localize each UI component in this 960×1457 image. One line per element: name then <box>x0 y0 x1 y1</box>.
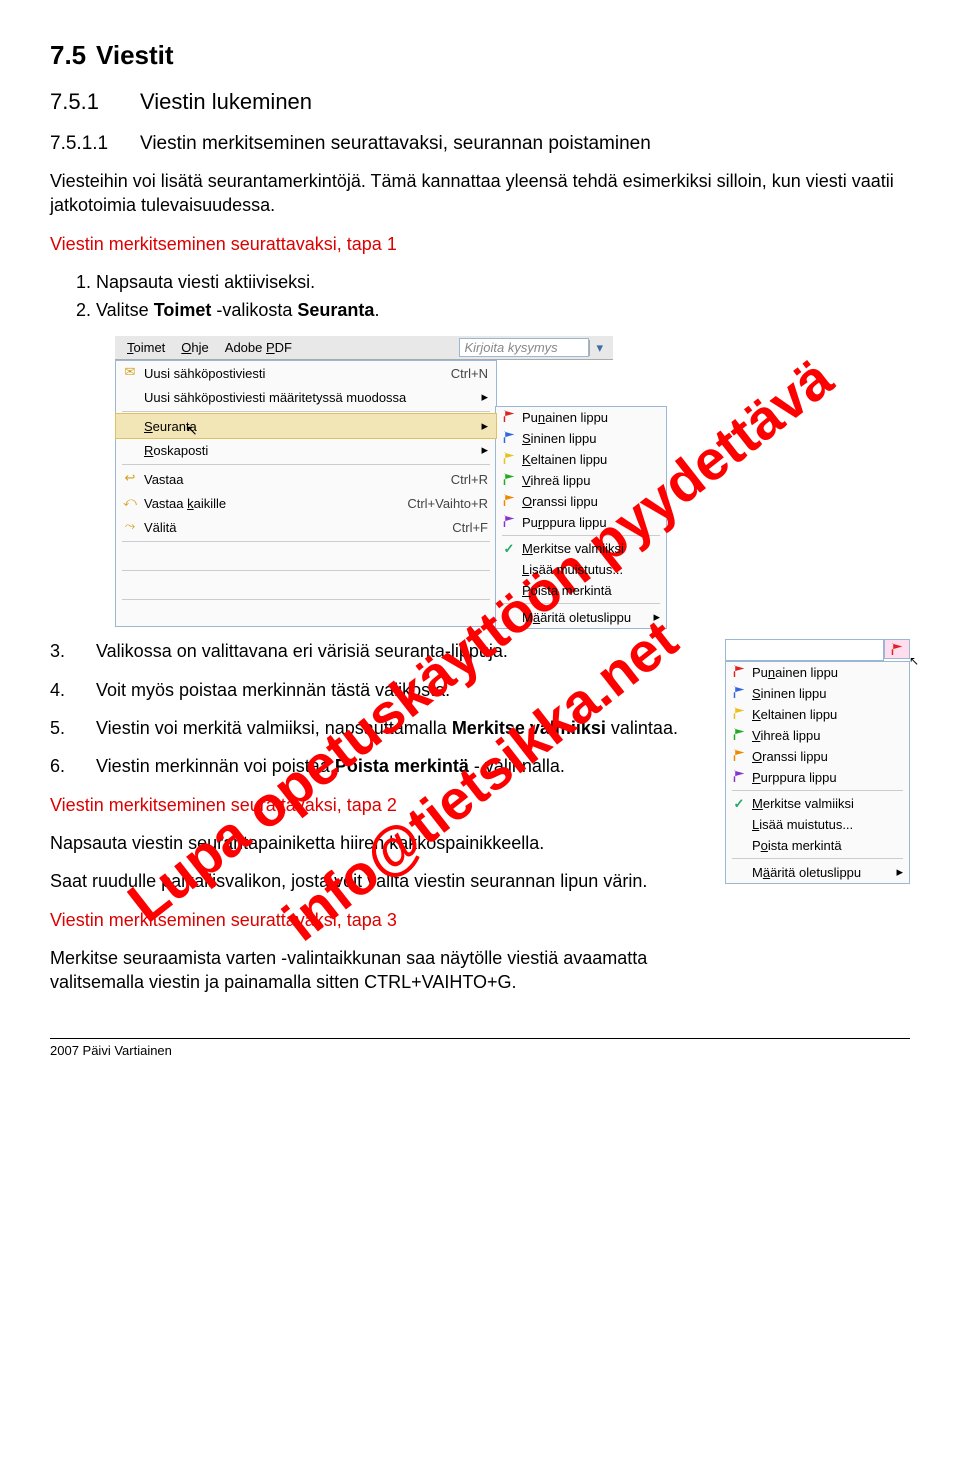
ctx-punainen[interactable]: Punainen lippu <box>726 662 909 683</box>
menu-item-valita[interactable]: Välitä Ctrl+F <box>116 515 496 539</box>
submenu-punainen[interactable]: Punainen lippu <box>496 407 666 428</box>
submenu-vihrea[interactable]: Vihreä lippu <box>496 470 666 491</box>
flag-yellow-icon <box>734 707 745 719</box>
menu-search-dropdown[interactable]: ▾ <box>589 340 609 356</box>
flag-red-icon <box>892 643 903 655</box>
step-4: 4.Voit myös poistaa merkinnän tästä vali… <box>50 678 705 702</box>
flag-orange-icon <box>734 749 745 761</box>
flag-orange-icon <box>504 494 515 506</box>
menu-item-uusi-sahkopostiviesti[interactable]: Uusi sähköpostiviesti Ctrl+N <box>116 361 496 385</box>
submenu-merkitse-valmiiksi[interactable]: ✓Merkitse valmiiksi <box>496 538 666 559</box>
ctx-sininen[interactable]: Sininen lippu <box>726 683 909 704</box>
ctx-oranssi[interactable]: Oranssi lippu <box>726 746 909 767</box>
heading-7-5-1-1: 7.5.1.1Viestin merkitseminen seurattavak… <box>50 133 910 155</box>
submenu-poista-merkinta[interactable]: Poista merkintä <box>496 580 666 601</box>
step-3: 3.Valikossa on valittavana eri värisiä s… <box>50 639 705 663</box>
submenu-lisaa-muistutus[interactable]: Lisää muistutus... <box>496 559 666 580</box>
flag-green-icon <box>504 473 515 485</box>
step-6: 6.Viestin merkinnän voi poistaa Poista m… <box>50 754 705 778</box>
tapa2-p1: Napsauta viestin seurantapainiketta hiir… <box>50 831 705 855</box>
heading-7-5-1: 7.5.1Viestin lukeminen <box>50 89 910 115</box>
submenu-keltainen[interactable]: Keltainen lippu <box>496 449 666 470</box>
tapa1-step2: Valitse Toimet -valikosta Seuranta. <box>96 298 910 322</box>
menu-search-box[interactable]: Kirjoita kysymys <box>459 338 589 357</box>
tapa3-title: Viestin merkitseminen seurattavaksi, tap… <box>50 908 705 932</box>
page-footer: 2007 Päivi Vartiainen <box>50 1038 910 1058</box>
tapa3-p: Merkitse seuraamista varten -valintaikku… <box>50 946 705 995</box>
menu-item-vastaa[interactable]: Vastaa Ctrl+R <box>116 467 496 491</box>
ctx-purppura[interactable]: Purppura lippu <box>726 767 909 788</box>
ctx-merkitse-valmiiksi[interactable]: ✓Merkitse valmiiksi <box>726 793 909 814</box>
submenu-maarita-oletus[interactable]: Määritä oletuslippu▸ <box>496 606 666 628</box>
ctx-lisaa-muistutus[interactable]: Lisää muistutus... <box>726 814 909 835</box>
flag-green-icon <box>734 728 745 740</box>
step-5: 5.Viestin voi merkitä valmiiksi, napsaut… <box>50 716 705 740</box>
ctx-keltainen[interactable]: Keltainen lippu <box>726 704 909 725</box>
reply-all-icon <box>122 494 138 510</box>
menu-item-vastaa-kaikille[interactable]: Vastaa kaikille Ctrl+Vaihto+R <box>116 491 496 515</box>
screenshot-toimet-menu: Toimet Ohje Adobe PDF Kirjoita kysymys ▾… <box>115 336 910 629</box>
menu-toimet[interactable]: Toimet <box>119 338 173 357</box>
heading-7-5: 7.5Viestit <box>50 40 910 71</box>
menu-ohje[interactable]: Ohje <box>173 338 216 357</box>
submenu-sininen[interactable]: Sininen lippu <box>496 428 666 449</box>
intro-paragraph: Viesteihin voi lisätä seurantamerkintöjä… <box>50 169 910 218</box>
ctx-maarita-oletus[interactable]: Määritä oletuslippu▸ <box>726 861 909 883</box>
menu-item-uusi-maaritetty[interactable]: Uusi sähköpostiviesti määritetyssä muodo… <box>116 385 496 409</box>
flag-column-cell[interactable] <box>884 639 910 659</box>
ctx-vihrea[interactable]: Vihreä lippu <box>726 725 909 746</box>
flag-red-icon <box>734 665 745 677</box>
screenshot-context-menu: Punainen lippu Sininen lippu Keltainen l… <box>725 639 910 884</box>
reply-icon <box>122 470 138 486</box>
flag-blue-icon <box>504 431 515 443</box>
tapa2-p2: Saat ruudulle paikallisvalikon, josta vo… <box>50 869 705 893</box>
menu-adobe-pdf[interactable]: Adobe PDF <box>217 338 300 357</box>
submenu-purppura[interactable]: Purppura lippu <box>496 512 666 533</box>
forward-icon <box>122 518 138 534</box>
menu-item-roskaposti[interactable]: Roskaposti ▸ <box>116 438 496 462</box>
menu-item-seuranta[interactable]: Seuranta ▸ ↖ <box>116 414 496 438</box>
tapa2-title: Viestin merkitseminen seurattavaksi, tap… <box>50 793 705 817</box>
check-icon: ✓ <box>731 796 747 812</box>
ctx-poista-merkinta[interactable]: Poista merkintä <box>726 835 909 856</box>
submenu-oranssi[interactable]: Oranssi lippu <box>496 491 666 512</box>
flag-blue-icon <box>734 686 745 698</box>
tapa1-step1: Napsauta viesti aktiiviseksi. <box>96 270 910 294</box>
flag-red-icon <box>504 410 515 422</box>
tapa1-title: Viestin merkitseminen seurattavaksi, tap… <box>50 232 910 256</box>
flag-yellow-icon <box>504 452 515 464</box>
seuranta-submenu: Punainen lippu Sininen lippu Keltainen l… <box>495 406 667 629</box>
mail-icon <box>122 364 138 380</box>
flag-purple-icon <box>734 770 745 782</box>
check-icon: ✓ <box>501 541 517 557</box>
flag-purple-icon <box>504 515 515 527</box>
